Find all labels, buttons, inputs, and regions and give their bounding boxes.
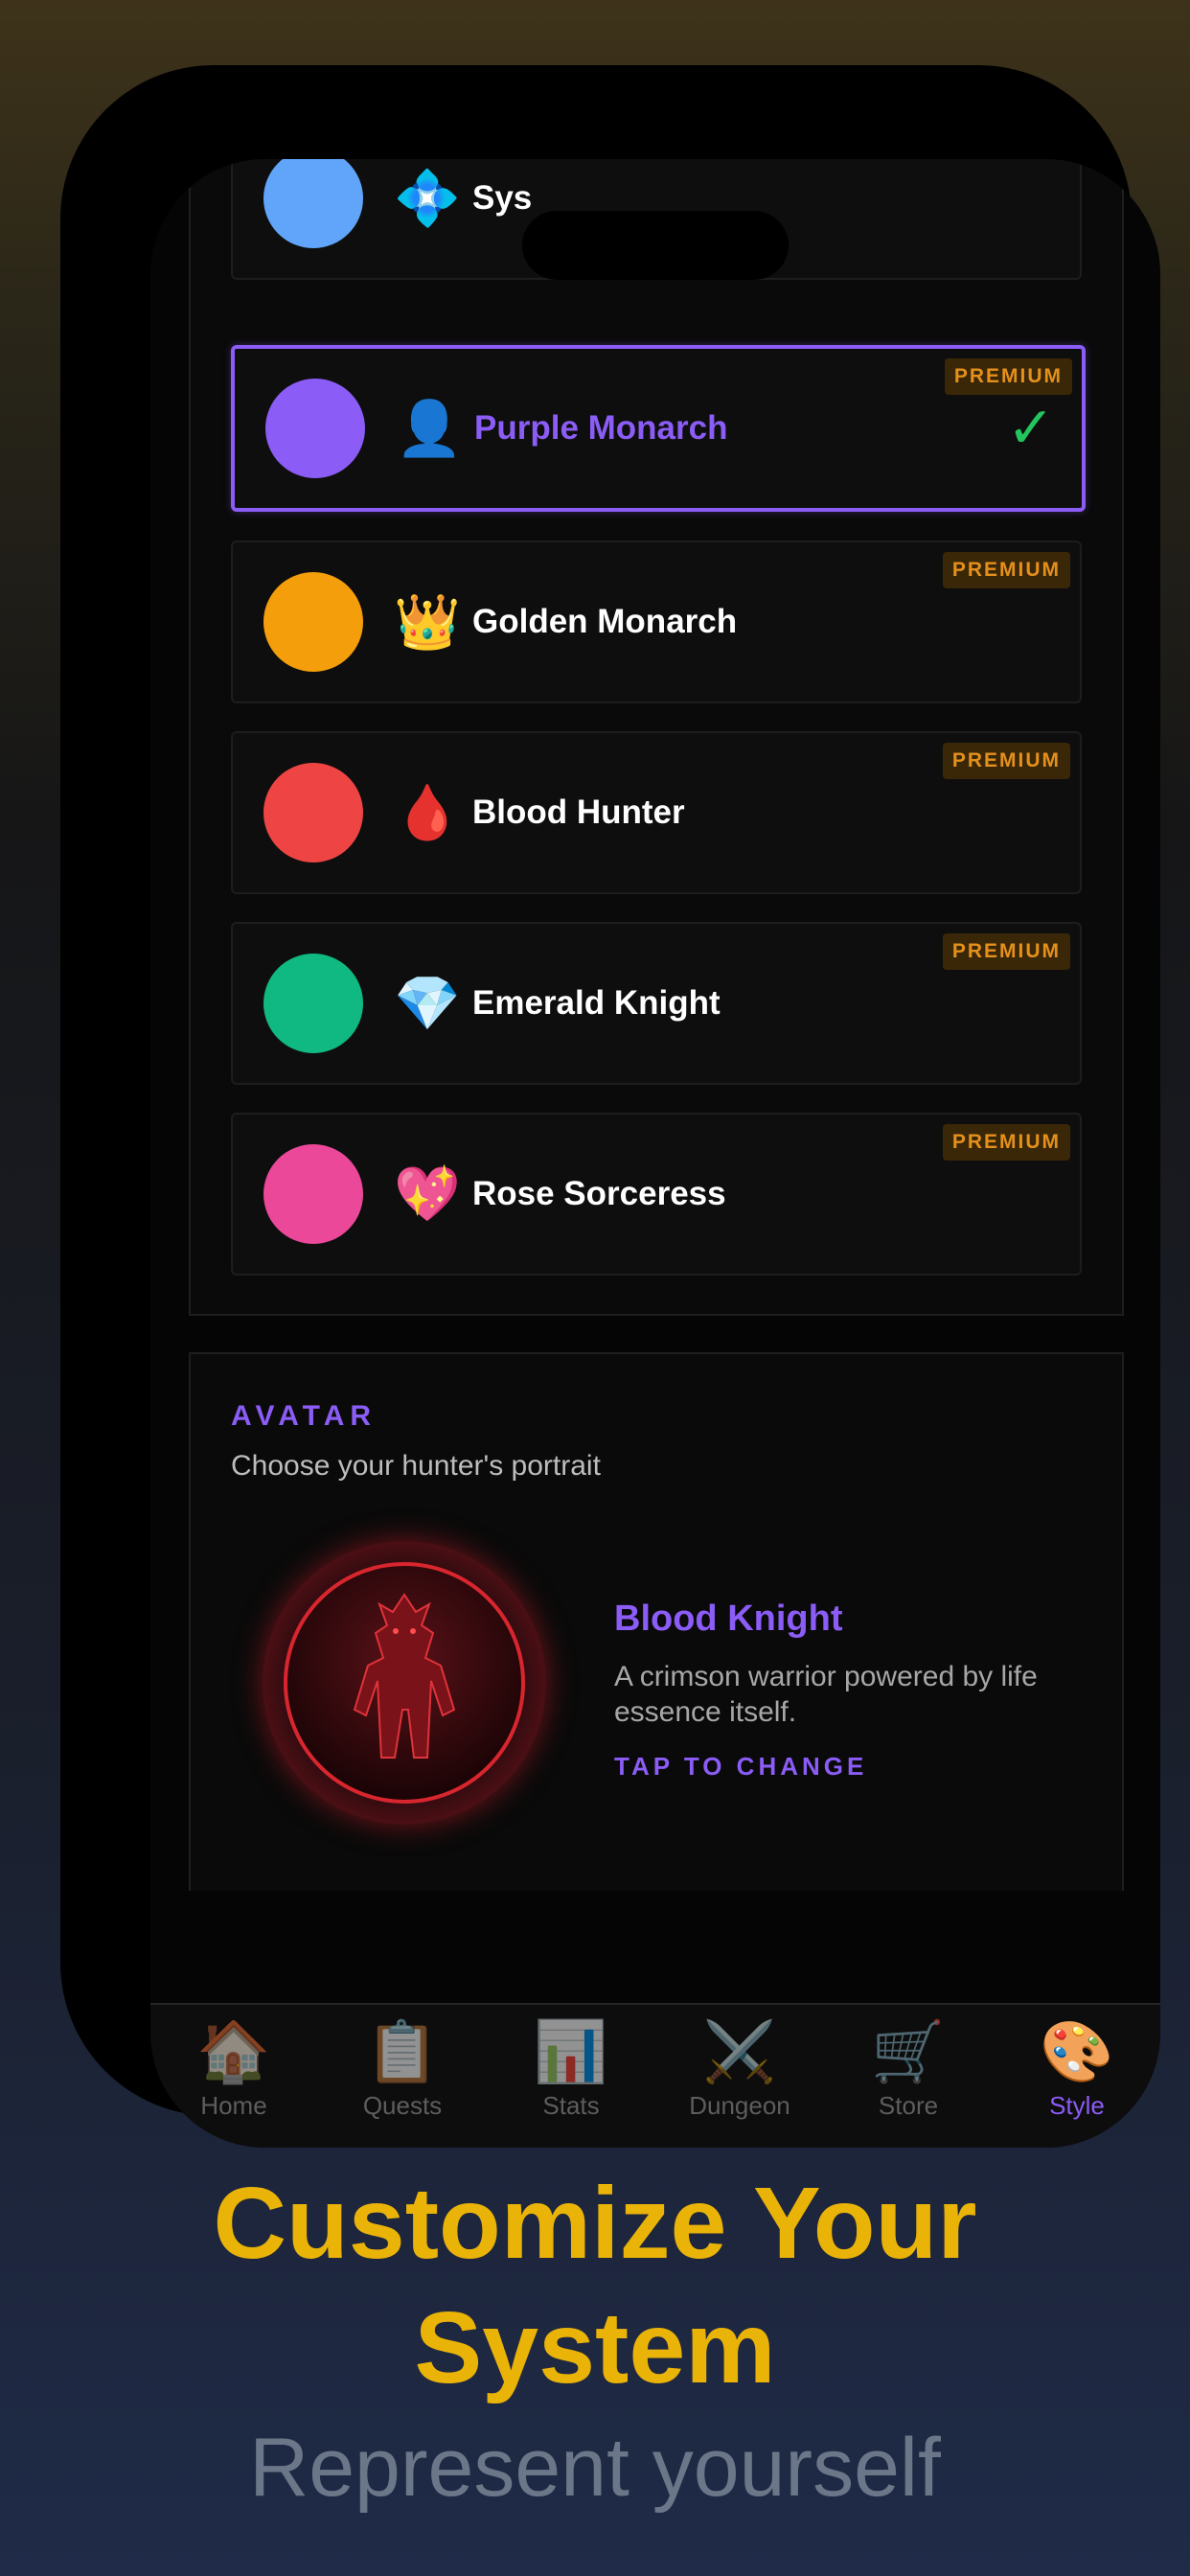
crossed-swords-icon: ⚔️ bbox=[702, 2019, 777, 2085]
phone-frame: 💠 Sys 👤 Purple Monarch PREMIUM ✓ 👑 Golde… bbox=[60, 65, 1160, 2148]
dynamic-island bbox=[522, 211, 789, 280]
tab-quests[interactable]: 📋 Quests bbox=[331, 2018, 474, 2121]
sparkling-heart-icon: 💖 bbox=[394, 1163, 461, 1224]
color-swatch bbox=[263, 763, 363, 862]
theme-card-blood-hunter[interactable]: 🩸 Blood Hunter PREMIUM bbox=[231, 731, 1082, 894]
tab-label: Dungeon bbox=[689, 2091, 790, 2120]
theme-card-emerald-knight[interactable]: 💎 Emerald Knight PREMIUM bbox=[231, 922, 1082, 1085]
theme-name: Rose Sorceress bbox=[472, 1175, 726, 1212]
crown-icon: 👑 bbox=[394, 591, 461, 652]
bar-chart-icon: 📊 bbox=[534, 2019, 608, 2085]
premium-badge: PREMIUM bbox=[942, 743, 1070, 779]
theme-name: Blood Hunter bbox=[472, 794, 685, 831]
tab-dungeon[interactable]: ⚔️ Dungeon bbox=[668, 2018, 812, 2121]
app-screen: 💠 Sys 👤 Purple Monarch PREMIUM ✓ 👑 Golde… bbox=[150, 159, 1160, 2148]
tab-style[interactable]: 🎨 Style bbox=[1005, 2018, 1149, 2121]
color-swatch bbox=[263, 159, 363, 248]
tab-label: Store bbox=[878, 2091, 939, 2120]
color-swatch bbox=[265, 379, 365, 478]
section-subtitle: Choose your hunter's portrait bbox=[231, 1450, 601, 1482]
bottom-tab-bar: 🏠 Home 📋 Quests 📊 Stats ⚔️ Dungeon 🛒 Sto… bbox=[150, 2003, 1160, 2148]
avatar-section: AVATAR Choose your hunter's portrait Blo… bbox=[189, 1352, 1124, 1891]
tab-label: Style bbox=[1049, 2091, 1105, 2120]
theme-card-rose-sorceress[interactable]: 💖 Rose Sorceress PREMIUM bbox=[231, 1113, 1082, 1276]
tab-store[interactable]: 🛒 Store bbox=[836, 2018, 980, 2121]
gem-icon: 💎 bbox=[394, 973, 461, 1033]
portrait-frame bbox=[284, 1562, 525, 1804]
tab-home[interactable]: 🏠 Home bbox=[162, 2018, 306, 2121]
blood-drop-icon: 🩸 bbox=[394, 782, 461, 842]
headline-line-2: System bbox=[414, 2291, 776, 2404]
color-swatch bbox=[263, 572, 363, 672]
tab-label: Stats bbox=[542, 2091, 600, 2120]
premium-badge: PREMIUM bbox=[942, 1124, 1070, 1161]
promo-tagline: Represent yourself bbox=[249, 2422, 941, 2514]
palette-icon: 🎨 bbox=[1040, 2019, 1114, 2085]
theme-name: Golden Monarch bbox=[472, 603, 738, 640]
tab-label: Home bbox=[200, 2091, 267, 2120]
tab-label: Quests bbox=[362, 2091, 443, 2120]
color-swatch bbox=[263, 954, 363, 1053]
theme-name: Purple Monarch bbox=[474, 409, 728, 447]
theme-name: Sys bbox=[472, 179, 533, 217]
diamond-icon: 💠 bbox=[394, 168, 461, 228]
color-swatch bbox=[263, 1144, 363, 1244]
theme-section: 💠 Sys 👤 Purple Monarch PREMIUM ✓ 👑 Golde… bbox=[189, 159, 1124, 1316]
section-title: AVATAR bbox=[231, 1400, 378, 1432]
knight-figure-icon bbox=[353, 1593, 456, 1759]
tap-to-change-link[interactable]: TAP TO CHANGE bbox=[614, 1752, 867, 1782]
checkmark-icon: ✓ bbox=[1006, 396, 1055, 460]
theme-name: Emerald Knight bbox=[472, 984, 721, 1022]
headline-line-1: Customize Your bbox=[213, 2167, 977, 2280]
promo-headline: Customize Your System bbox=[0, 2161, 1190, 2410]
premium-badge: PREMIUM bbox=[942, 933, 1070, 970]
theme-card-purple-monarch[interactable]: 👤 Purple Monarch PREMIUM ✓ bbox=[231, 345, 1086, 512]
person-icon: 👤 bbox=[396, 398, 463, 458]
home-icon: 🏠 bbox=[196, 2019, 271, 2085]
avatar-portrait[interactable] bbox=[263, 1541, 546, 1825]
avatar-name: Blood Knight bbox=[614, 1598, 843, 1639]
premium-badge: PREMIUM bbox=[942, 552, 1070, 588]
avatar-description: A crimson warrior powered by life essenc… bbox=[614, 1661, 1038, 1728]
shopping-cart-icon: 🛒 bbox=[871, 2019, 946, 2085]
tab-stats[interactable]: 📊 Stats bbox=[499, 2018, 643, 2121]
clipboard-icon: 📋 bbox=[365, 2019, 440, 2085]
theme-card-golden-monarch[interactable]: 👑 Golden Monarch PREMIUM bbox=[231, 540, 1082, 703]
premium-badge: PREMIUM bbox=[944, 358, 1072, 395]
